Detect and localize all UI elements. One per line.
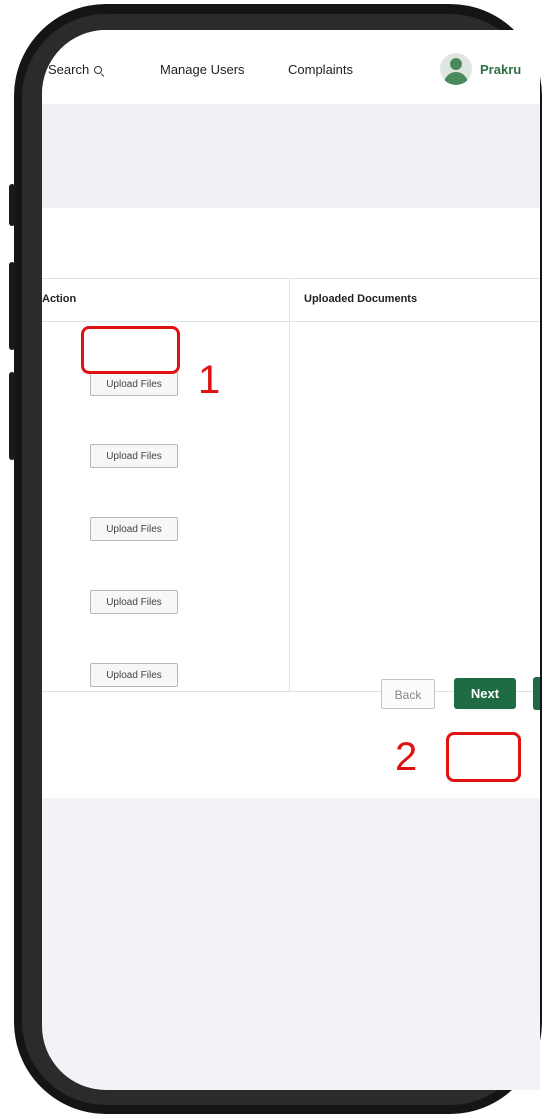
documents-card: Action Uploaded Documents Upload Files U… xyxy=(42,208,540,798)
phone-screen: Search Manage Users Complaints Prakru Ac… xyxy=(42,30,540,1090)
upload-files-button[interactable]: Upload Files xyxy=(90,663,178,687)
column-header-uploaded-documents: Uploaded Documents xyxy=(304,293,418,305)
upload-files-button[interactable]: Upload Files xyxy=(90,517,178,541)
phone-side-button xyxy=(9,184,15,226)
avatar-body-shape xyxy=(444,72,468,85)
nav-search-label: Search xyxy=(48,62,90,77)
next-button[interactable]: Next xyxy=(454,678,516,709)
step-number-2: 2 xyxy=(395,735,418,779)
step-number-1: 1 xyxy=(198,358,221,402)
upload-files-button[interactable]: Upload Files xyxy=(90,590,178,614)
column-header-action: Action xyxy=(42,293,77,305)
user-avatar-icon[interactable] xyxy=(440,53,472,85)
phone-volume-down-button xyxy=(9,372,15,460)
nav-search-link[interactable]: Search xyxy=(48,62,103,77)
upload-files-button[interactable]: Upload Files xyxy=(90,444,178,468)
avatar-head-shape xyxy=(450,58,462,70)
nav-complaints-link[interactable]: Complaints xyxy=(288,62,353,77)
next-step-button-edge[interactable] xyxy=(533,677,540,710)
top-navigation-bar: Search Manage Users Complaints Prakru xyxy=(42,30,540,105)
table-column-divider xyxy=(289,279,290,691)
highlight-box-upload xyxy=(81,326,180,374)
page-header-band xyxy=(42,104,540,208)
back-button[interactable]: Back xyxy=(381,679,435,709)
search-icon xyxy=(94,66,103,74)
user-name-label[interactable]: Prakru xyxy=(480,62,521,77)
highlight-box-next xyxy=(446,732,521,782)
upload-files-button[interactable]: Upload Files xyxy=(90,372,178,396)
phone-volume-up-button xyxy=(9,262,15,350)
nav-manage-users-link[interactable]: Manage Users xyxy=(160,62,245,77)
table-header-divider xyxy=(42,321,540,322)
